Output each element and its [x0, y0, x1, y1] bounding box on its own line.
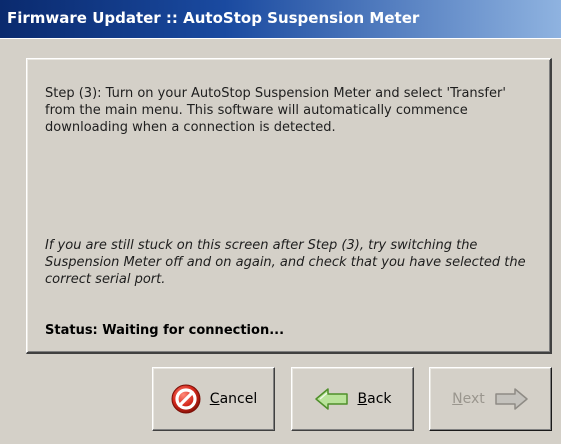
- cancel-button-label: Cancel: [209, 391, 258, 407]
- back-button-label: Back: [357, 391, 392, 407]
- cancel-icon: [170, 383, 202, 415]
- arrow-left-icon: [314, 387, 350, 411]
- arrow-right-icon: [493, 387, 529, 411]
- next-button[interactable]: Next: [429, 367, 552, 431]
- next-button-label: Next: [452, 391, 485, 407]
- cancel-button[interactable]: Cancel: [152, 367, 275, 431]
- instructions-panel: Step (3): Turn on your AutoStop Suspensi…: [26, 58, 552, 354]
- window-title: Firmware Updater :: AutoStop Suspension …: [7, 9, 420, 27]
- connection-status: Status: Waiting for connection...: [45, 323, 285, 338]
- step-instructions: Step (3): Turn on your AutoStop Suspensi…: [45, 86, 506, 135]
- back-button[interactable]: Back: [291, 367, 414, 431]
- title-bar[interactable]: Firmware Updater :: AutoStop Suspension …: [0, 0, 561, 39]
- firmware-updater-window: Firmware Updater :: AutoStop Suspension …: [0, 0, 561, 444]
- troubleshooting-hint: If you are still stuck on this screen af…: [45, 238, 526, 287]
